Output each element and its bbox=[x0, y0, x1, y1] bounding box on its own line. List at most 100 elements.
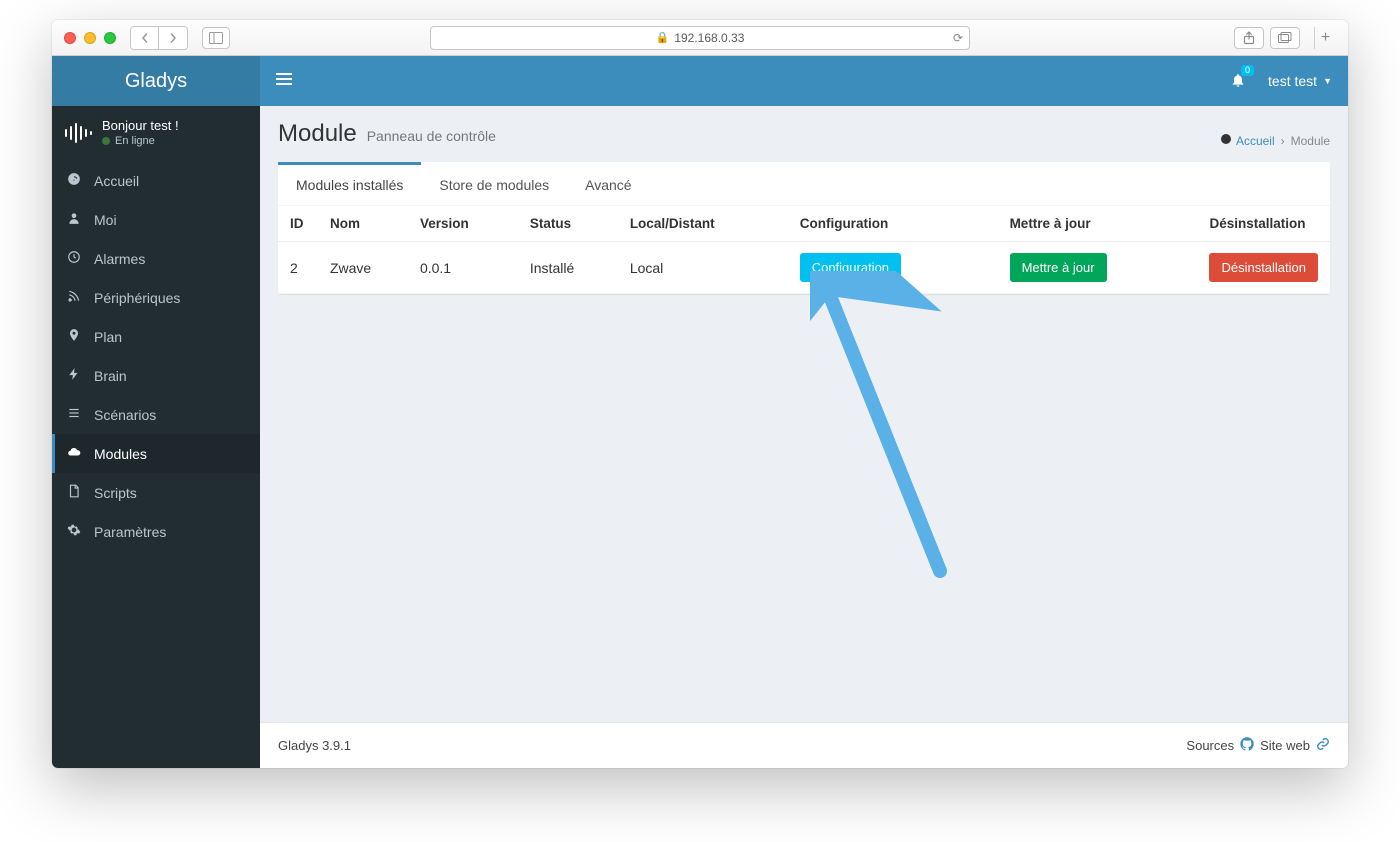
user-icon bbox=[66, 211, 82, 228]
breadcrumb: Accueil › Module bbox=[1220, 133, 1330, 148]
sidebar-item-label: Scripts bbox=[94, 485, 137, 501]
sidebar-item-parametres[interactable]: Paramètres bbox=[52, 512, 260, 551]
share-button[interactable] bbox=[1234, 27, 1264, 49]
cell-version: 0.0.1 bbox=[408, 242, 518, 294]
col-id: ID bbox=[278, 206, 318, 242]
annotation-arrow-icon bbox=[810, 271, 990, 581]
menu-toggle-icon[interactable] bbox=[276, 72, 292, 91]
table-row: 2 Zwave 0.0.1 Installé Local Configurati… bbox=[278, 242, 1330, 294]
dashboard-icon bbox=[1220, 133, 1232, 148]
breadcrumb-home-label: Accueil bbox=[1236, 134, 1275, 148]
sidebar-item-label: Moi bbox=[94, 212, 117, 228]
app: Gladys Bonjour te bbox=[52, 56, 1348, 768]
tabs: Modules installés Store de modules Avanc… bbox=[278, 162, 1330, 206]
tabs-button[interactable] bbox=[1270, 27, 1300, 49]
breadcrumb-current: Module bbox=[1291, 134, 1330, 148]
url-text: 192.168.0.33 bbox=[674, 31, 744, 45]
page-subtitle: Panneau de contrôle bbox=[367, 128, 496, 144]
footer-site-link[interactable]: Site web bbox=[1260, 738, 1310, 753]
minimize-window-button[interactable] bbox=[84, 32, 96, 44]
user-status: En ligne bbox=[102, 135, 179, 147]
breadcrumb-home[interactable]: Accueil bbox=[1220, 133, 1275, 148]
col-status: Status bbox=[518, 206, 618, 242]
maximize-window-button[interactable] bbox=[104, 32, 116, 44]
sidebar-item-moi[interactable]: Moi bbox=[52, 200, 260, 239]
col-update: Mettre à jour bbox=[998, 206, 1198, 242]
sidebar-item-label: Brain bbox=[94, 368, 127, 384]
dashboard-icon bbox=[66, 172, 82, 189]
topbar: 0 test test ▼ bbox=[260, 56, 1348, 106]
user-menu[interactable]: test test ▼ bbox=[1268, 73, 1332, 89]
sidebar-item-label: Accueil bbox=[94, 173, 139, 189]
sidebar-item-scripts[interactable]: Scripts bbox=[52, 473, 260, 512]
user-menu-label: test test bbox=[1268, 73, 1317, 89]
sidebar-item-brain[interactable]: Brain bbox=[52, 356, 260, 395]
online-dot-icon bbox=[102, 137, 110, 145]
breadcrumb-separator: › bbox=[1281, 134, 1285, 148]
sidebar-menu: Accueil Moi Alarmes bbox=[52, 161, 260, 551]
footer-links: Sources Site web bbox=[1186, 737, 1330, 754]
col-config: Configuration bbox=[788, 206, 998, 242]
sidebar-item-label: Paramètres bbox=[94, 524, 166, 540]
wifi-icon bbox=[66, 289, 82, 306]
url-bar[interactable]: 🔒 192.168.0.33 ⟳ bbox=[430, 26, 970, 50]
close-window-button[interactable] bbox=[64, 32, 76, 44]
gear-icon bbox=[66, 523, 82, 540]
sidebar-item-alarmes[interactable]: Alarmes bbox=[52, 239, 260, 278]
sidebar-item-accueil[interactable]: Accueil bbox=[52, 161, 260, 200]
sidebar-item-peripheriques[interactable]: Périphériques bbox=[52, 278, 260, 317]
new-tab-button[interactable]: + bbox=[1314, 27, 1336, 49]
user-status-label: En ligne bbox=[115, 135, 155, 147]
update-button[interactable]: Mettre à jour bbox=[1010, 253, 1107, 282]
tab-store[interactable]: Store de modules bbox=[421, 162, 567, 205]
notification-badge: 0 bbox=[1241, 65, 1254, 76]
footer-version: Gladys 3.9.1 bbox=[278, 738, 351, 753]
lock-icon: 🔒 bbox=[656, 31, 670, 44]
brand[interactable]: Gladys bbox=[52, 56, 260, 106]
user-panel: Bonjour test ! En ligne bbox=[52, 106, 260, 161]
sidebar-item-label: Alarmes bbox=[94, 251, 145, 267]
col-uninstall: Désinstallation bbox=[1197, 206, 1330, 242]
sidebar-item-modules[interactable]: Modules bbox=[52, 434, 260, 473]
cell-status: Installé bbox=[518, 242, 618, 294]
footer: Gladys 3.9.1 Sources Site web bbox=[260, 722, 1348, 768]
modules-table: ID Nom Version Status Local/Distant Conf… bbox=[278, 206, 1330, 294]
browser-sidebar-toggle[interactable] bbox=[202, 27, 230, 49]
window-controls bbox=[64, 32, 116, 44]
content: Module Panneau de contrôle Accueil › Mod… bbox=[260, 106, 1348, 722]
tab-advanced[interactable]: Avancé bbox=[567, 162, 649, 205]
cell-name: Zwave bbox=[318, 242, 408, 294]
sidebar-item-label: Modules bbox=[94, 446, 147, 462]
forward-button[interactable] bbox=[159, 27, 187, 49]
cell-local: Local bbox=[618, 242, 788, 294]
main-column: 0 test test ▼ Module Panneau de contrôle bbox=[260, 56, 1348, 768]
browser-toolbar-right bbox=[1234, 27, 1300, 49]
sidebar-item-plan[interactable]: Plan bbox=[52, 317, 260, 356]
sidebar-item-label: Périphériques bbox=[94, 290, 180, 306]
list-icon bbox=[66, 406, 82, 423]
greeting: Bonjour test ! bbox=[102, 118, 179, 133]
bolt-icon bbox=[66, 367, 82, 384]
nav-buttons bbox=[130, 26, 188, 50]
link-icon bbox=[1316, 737, 1330, 754]
file-icon bbox=[66, 484, 82, 501]
col-name: Nom bbox=[318, 206, 408, 242]
footer-sources-link[interactable]: Sources bbox=[1186, 738, 1234, 753]
reload-icon[interactable]: ⟳ bbox=[953, 31, 963, 45]
page-title-text: Module bbox=[278, 120, 357, 148]
configuration-button[interactable]: Configuration bbox=[800, 253, 901, 282]
col-version: Version bbox=[408, 206, 518, 242]
col-local: Local/Distant bbox=[618, 206, 788, 242]
sidebar-item-label: Scénarios bbox=[94, 407, 156, 423]
sidebar-item-label: Plan bbox=[94, 329, 122, 345]
back-button[interactable] bbox=[131, 27, 159, 49]
cell-id: 2 bbox=[278, 242, 318, 294]
tab-installed[interactable]: Modules installés bbox=[278, 162, 421, 205]
sidebar-item-scenarios[interactable]: Scénarios bbox=[52, 395, 260, 434]
sound-wave-icon bbox=[64, 122, 92, 144]
sidebar: Gladys Bonjour te bbox=[52, 56, 260, 768]
modules-box: Modules installés Store de modules Avanc… bbox=[278, 162, 1330, 294]
notifications-button[interactable]: 0 bbox=[1230, 71, 1246, 92]
uninstall-button[interactable]: Désinstallation bbox=[1209, 253, 1318, 282]
cloud-icon bbox=[66, 445, 82, 462]
